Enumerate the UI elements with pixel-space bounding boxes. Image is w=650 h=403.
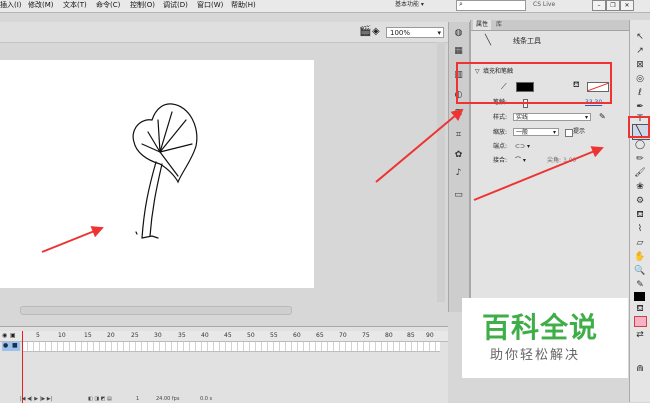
arrow-to-line-settings <box>473 146 604 201</box>
arrow-to-stroke-section <box>375 108 464 183</box>
annotation-arrows <box>41 108 604 253</box>
arrow-to-drawing <box>41 226 104 253</box>
